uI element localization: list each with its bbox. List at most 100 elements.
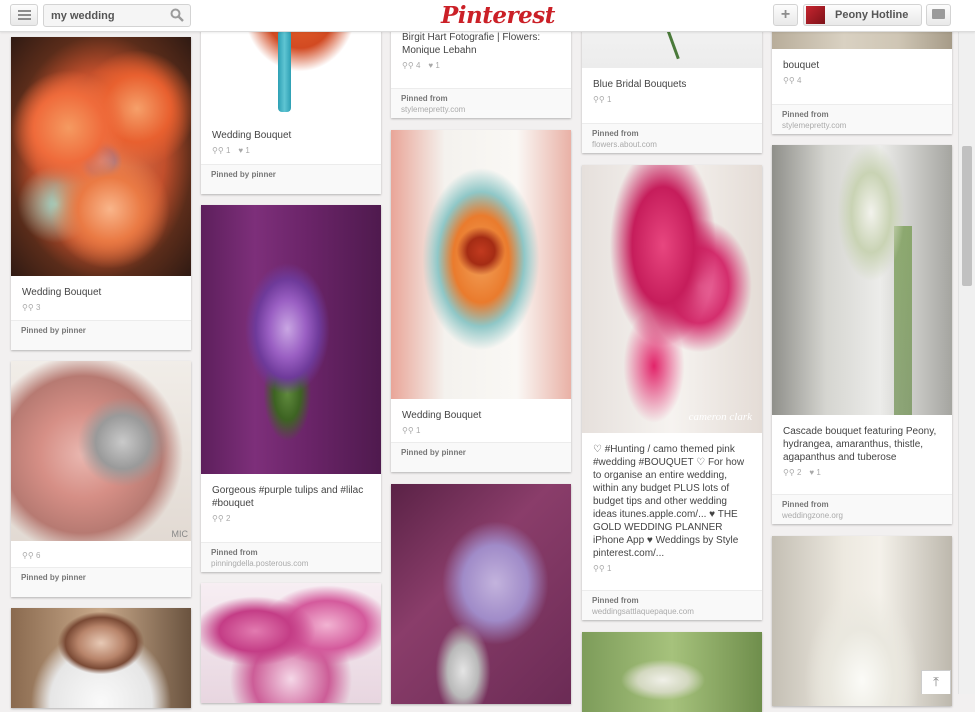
watermark-text: cameron clark [688,411,752,423]
pin-card[interactable] [11,608,191,708]
pin-image[interactable] [201,583,381,703]
pin-stats: ⚲⚲ 2 ♥ 1 [783,467,941,479]
avatar [806,6,825,24]
repin-count: ⚲⚲ 1 [402,426,421,435]
pin-description: Wedding Bouquet [212,130,292,141]
pin-stats: ⚲⚲ 4 [783,75,941,87]
pin-image[interactable] [11,608,191,708]
menu-icon-line [18,18,31,20]
pin-description: Cascade bouquet featuring Peony, hydrang… [783,426,937,463]
pin-stats: ⚲⚲ 6 [22,550,180,562]
pin-footer[interactable]: Pinned by pinner [391,442,571,472]
pinned-by-label: Pinned by pinner [401,448,466,457]
repin-count: ⚲⚲ 1 [593,564,612,573]
pin-stats: ⚲⚲ 3 [22,302,180,314]
pin-description: Wedding Bouquet [402,410,482,421]
pin-footer[interactable]: Pinned from stylemepretty.com [391,88,571,118]
add-pin-button[interactable]: + [773,4,798,26]
user-profile-button[interactable]: Peony Hotline [803,4,922,26]
like-count: ♥ 1 [238,146,250,155]
top-navigation-bar: Pinterest + Peony Hotline [0,0,975,32]
menu-icon [18,10,31,12]
pin-stats: ⚲⚲ 4 ♥ 1 [402,60,560,72]
pin-description: bouquet [783,60,820,71]
pin-card[interactable]: MIC ⚲⚲ 6 Pinned by pinner [11,361,191,597]
pin-card[interactable]: Wedding Bouquet ⚲⚲ 3 Pinned by pinner [11,37,191,350]
scrollbar-thumb[interactable] [962,146,972,286]
pinned-by-label: Pinned by pinner [21,573,86,582]
pin-image[interactable] [772,145,952,415]
pinterest-logo[interactable]: Pinterest [441,2,555,29]
pin-image[interactable] [391,484,571,704]
pinned-from-label: Pinned from [782,110,829,119]
search-input[interactable] [44,5,169,26]
plus-icon: + [780,6,791,23]
pin-card[interactable] [582,632,762,712]
pinned-by-label: Pinned by pinner [211,170,276,179]
pin-image[interactable]: MIC [11,361,191,541]
pin-footer[interactable]: Pinned from flowers.about.com [582,123,762,153]
pin-description: Blue Bridal Bouquets [593,79,687,90]
pin-stats: ⚲⚲ 1 [593,563,751,575]
pin-footer[interactable]: Pinned from weddingzone.org [772,494,952,524]
pin-image[interactable] [391,130,571,399]
pin-card[interactable]: Wedding Bouquet ⚲⚲ 1 Pinned by pinner [391,130,571,472]
pinned-from-label: Pinned from [401,94,448,103]
source-link[interactable]: stylemepretty.com [782,121,943,130]
pinned-from-label: Pinned from [782,500,829,509]
like-count: ♥ 1 [428,61,440,70]
repin-count: ⚲⚲ 3 [22,303,41,312]
pin-description: Birgit Hart Fotografie | Flowers: Moniqu… [402,32,541,56]
pin-card[interactable] [391,484,571,704]
menu-icon-line [18,14,31,16]
repin-count: ⚲⚲ 4 [783,76,802,85]
repin-count: ⚲⚲ 2 [783,468,802,477]
like-count: ♥ 1 [809,468,821,477]
scrollbar[interactable] [958,31,975,694]
pinned-by-label: Pinned by pinner [21,326,86,335]
menu-button[interactable] [10,4,38,26]
pin-description: Wedding Bouquet [22,287,102,298]
pin-image[interactable] [201,205,381,474]
pin-stats: ⚲⚲ 1 [402,425,560,437]
source-link[interactable]: flowers.about.com [592,140,753,149]
pin-description: ♡ #Hunting / camo themed pink #wedding #… [593,444,745,559]
watermark-text: MIC [171,529,189,539]
search-box[interactable] [43,4,191,27]
repin-count: ⚲⚲ 1 [212,146,231,155]
pin-card[interactable]: Cascade bouquet featuring Peony, hydrang… [772,145,952,524]
bouquet-ribbon [278,30,291,112]
pinned-from-label: Pinned from [211,548,258,557]
speech-bubble-icon [932,9,945,19]
scroll-to-top-button[interactable]: ⤒ [921,670,951,694]
repin-count: ⚲⚲ 6 [22,551,41,560]
source-link[interactable]: stylemepretty.com [401,105,562,114]
repin-count: ⚲⚲ 4 [402,61,421,70]
pin-footer[interactable]: Pinned by pinner [11,320,191,350]
pin-footer[interactable]: Pinned by pinner [201,164,381,194]
notifications-button[interactable] [926,4,951,26]
pin-stats: ⚲⚲ 2 [212,513,370,525]
pin-stats: ⚲⚲ 1 ♥ 1 [212,145,370,157]
pin-description: Gorgeous #purple tulips and #lilac #bouq… [212,485,364,509]
user-name: Peony Hotline [835,9,909,21]
source-link[interactable]: pinningdella.posterous.com [211,559,372,568]
source-link[interactable]: weddingsattlaquepaque.com [592,607,753,616]
pin-image[interactable] [11,37,191,276]
pinned-from-label: Pinned from [592,596,639,605]
search-icon[interactable] [170,8,184,22]
pin-card[interactable] [201,583,381,703]
pin-image[interactable] [582,632,762,712]
pin-card[interactable]: cameron clark ♡ #Hunting / camo themed p… [582,165,762,620]
pinned-from-label: Pinned from [592,129,639,138]
pin-image[interactable]: cameron clark [582,165,762,433]
pin-footer[interactable]: Pinned by pinner [11,567,191,597]
pin-card[interactable]: Gorgeous #purple tulips and #lilac #bouq… [201,205,381,572]
source-link[interactable]: weddingzone.org [782,511,943,520]
pin-footer[interactable]: Pinned from stylemepretty.com [772,104,952,134]
pin-footer[interactable]: Pinned from weddingsattlaquepaque.com [582,590,762,620]
repin-count: ⚲⚲ 2 [212,514,231,523]
pin-footer[interactable]: Pinned from pinningdella.posterous.com [201,542,381,572]
pin-stats: ⚲⚲ 1 [593,94,751,106]
repin-count: ⚲⚲ 1 [593,95,612,104]
